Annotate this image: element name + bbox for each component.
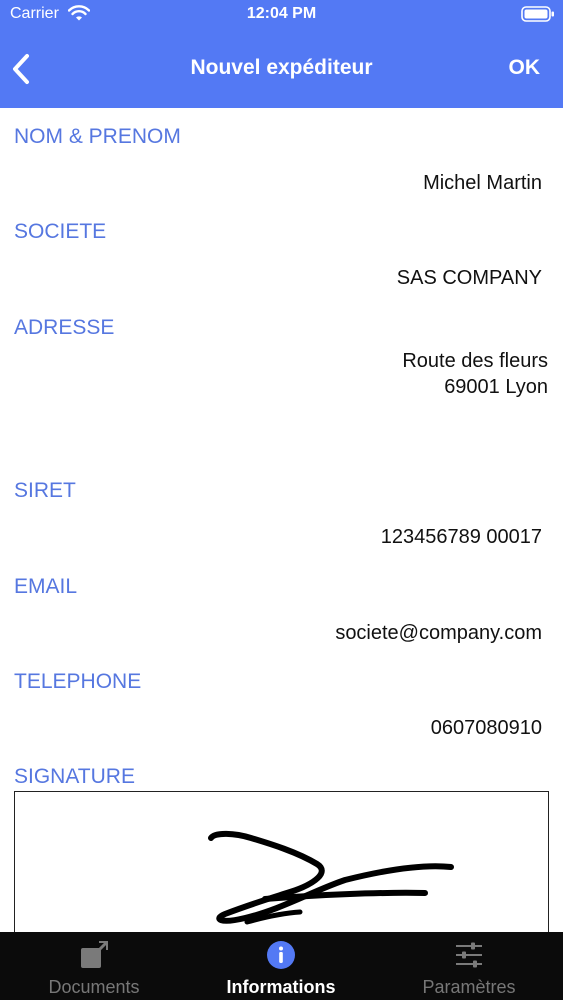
address-line-1: Route des fleurs	[402, 350, 548, 372]
tab-label: Paramètres	[422, 977, 516, 997]
signature-pad[interactable]	[14, 791, 549, 932]
sliders-icon	[456, 942, 482, 968]
header: Carrier 12:04 PM Nouvel expéditeur OK	[0, 0, 563, 108]
phone-field[interactable]: 0607080910	[431, 715, 542, 741]
tab-informations[interactable]: Informations	[187, 932, 375, 1000]
siret-label: SIRET	[14, 479, 76, 502]
address-line-2: 69001 Lyon	[444, 376, 548, 398]
tab-parametres[interactable]: Paramètres	[375, 932, 563, 1000]
name-label: NOM & PRENOM	[14, 125, 181, 148]
address-label: ADRESSE	[14, 316, 115, 339]
address-field[interactable]: Route des fleurs 69001 Lyon	[402, 348, 548, 400]
company-field[interactable]: SAS COMPANY	[397, 265, 542, 291]
tab-documents[interactable]: Documents	[0, 932, 188, 1000]
nav-bar: Nouvel expéditeur OK	[0, 40, 563, 98]
compose-icon	[81, 941, 108, 968]
tab-bar: Documents Informations Paramètres	[0, 932, 563, 1000]
battery-icon	[521, 6, 554, 22]
phone-label: TELEPHONE	[14, 670, 142, 693]
company-label: SOCIETE	[14, 220, 107, 243]
status-time: 12:04 PM	[246, 5, 317, 22]
page-title: Nouvel expéditeur	[190, 56, 373, 79]
email-field[interactable]: societe@company.com	[335, 620, 542, 646]
signature-drawing	[208, 830, 454, 925]
name-field[interactable]: Michel Martin	[423, 170, 542, 196]
tab-label: Documents	[48, 977, 140, 997]
info-icon	[267, 941, 295, 969]
status-bar: Carrier 12:04 PM	[0, 0, 563, 30]
ok-button[interactable]: OK	[509, 56, 541, 80]
email-label: EMAIL	[14, 575, 78, 598]
signature-label: SIGNATURE	[14, 765, 135, 788]
siret-field[interactable]: 123456789 00017	[381, 524, 542, 550]
tab-label: Informations	[226, 977, 336, 997]
